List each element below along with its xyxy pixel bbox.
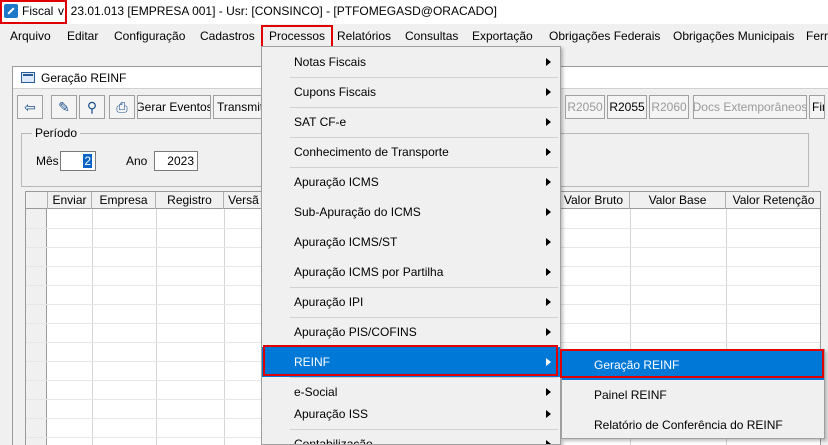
- app-name: Fiscal: [22, 4, 54, 18]
- finalizar-button[interactable]: Fina: [809, 95, 825, 119]
- menu-processos[interactable]: Processos: [269, 29, 325, 43]
- r2060-button[interactable]: R2060: [649, 95, 689, 119]
- menu-editar[interactable]: Editar: [67, 29, 98, 43]
- menu-item-apuracao-icms-st[interactable]: Apuração ICMS/ST: [262, 227, 560, 257]
- menu-item-label: Relatório de Conferência do REINF: [594, 418, 783, 432]
- print-button[interactable]: ⎙: [109, 95, 135, 119]
- title-bar: Fiscal v: 23.01.013 [EMPRESA 001] - Usr:…: [0, 0, 828, 24]
- menu-arquivo[interactable]: Arquivo: [10, 29, 51, 43]
- reinf-submenu: Geração REINF Painel REINF Relatório de …: [561, 349, 825, 439]
- col-empresa[interactable]: Empresa: [92, 192, 156, 209]
- gerar-eventos-button[interactable]: Gerar Eventos: [137, 95, 211, 119]
- app-pencil-icon: [4, 4, 18, 18]
- row-indicator-column: [26, 209, 47, 445]
- menu-item-label: Apuração IPI: [294, 295, 364, 309]
- ano-input[interactable]: 2023: [154, 151, 198, 171]
- title-text: v: 23.01.013 [EMPRESA 001] - Usr: [CONSI…: [58, 4, 497, 18]
- col-registro[interactable]: Registro: [156, 192, 224, 209]
- menu-item-label: Sub-Apuração do ICMS: [294, 205, 421, 219]
- col-enviar[interactable]: Enviar: [48, 192, 92, 209]
- menu-obrigacoes-federais[interactable]: Obrigações Federais: [549, 29, 660, 43]
- submenu-arrow-icon: [546, 298, 551, 306]
- menu-item-label: Notas Fiscais: [294, 55, 367, 69]
- grid-col-divider: [156, 209, 157, 445]
- submenu-arrow-icon: [546, 58, 551, 66]
- submenu-arrow-icon: [546, 440, 551, 444]
- search-button[interactable]: ⚲: [79, 95, 105, 119]
- menu-item-label: Apuração ICMS: [294, 175, 379, 189]
- mes-label: Mês: [36, 154, 59, 168]
- docs-extemporaneos-button[interactable]: Docs Extemporâneos: [693, 95, 807, 119]
- menu-bar: Arquivo Editar Configuração Cadastros Pr…: [0, 25, 828, 47]
- grid-col-divider: [224, 209, 225, 445]
- menu-item-label: Apuração ISS: [294, 407, 369, 421]
- menu-item-label: Apuração ICMS por Partilha: [294, 265, 444, 279]
- exit-button[interactable]: ⇦: [17, 95, 43, 119]
- menu-item-apuracao-icms[interactable]: Apuração ICMS: [262, 167, 560, 197]
- menu-item-label: Conhecimento de Transporte: [294, 145, 449, 159]
- row-indicator-header: [26, 192, 48, 209]
- menu-cadastros[interactable]: Cadastros: [200, 29, 255, 43]
- menu-obrigacoes-municipais[interactable]: Obrigações Municipais: [673, 29, 794, 43]
- mes-input[interactable]: 2: [60, 151, 96, 171]
- menu-item-label: Geração REINF: [594, 358, 680, 372]
- submenu-arrow-icon: [546, 118, 551, 126]
- printer-icon: ⎙: [116, 98, 128, 115]
- menu-item-apuracao-iss[interactable]: Apuração ISS: [262, 399, 560, 429]
- menu-consultas[interactable]: Consultas: [405, 29, 458, 43]
- binoculars-icon: ⚲: [86, 98, 98, 115]
- menu-configuracao[interactable]: Configuração: [114, 29, 185, 43]
- menu-item-label: REINF: [294, 355, 330, 369]
- col-valor-base[interactable]: Valor Base: [630, 192, 726, 209]
- menu-item-label: Contabilização: [294, 437, 373, 445]
- menu-item-relatorio-conferencia-reinf[interactable]: Relatório de Conferência do REINF: [562, 410, 824, 440]
- submenu-arrow-icon: [546, 238, 551, 246]
- menu-item-label: Painel REINF: [594, 388, 667, 402]
- menu-item-label: e-Social: [294, 385, 338, 399]
- r2050-button[interactable]: R2050: [565, 95, 605, 119]
- menu-item-apuracao-icms-partilha[interactable]: Apuração ICMS por Partilha: [262, 257, 560, 287]
- menu-item-painel-reinf[interactable]: Painel REINF: [562, 380, 824, 410]
- menu-ferramentas[interactable]: Ferra: [806, 29, 828, 43]
- window-icon: [21, 72, 35, 83]
- submenu-arrow-icon: [546, 358, 551, 366]
- col-versao[interactable]: Versã: [224, 192, 264, 209]
- menu-item-sat-cfe[interactable]: SAT CF-e: [262, 107, 560, 137]
- periodo-legend: Período: [32, 126, 81, 140]
- menu-item-conhecimento-transporte[interactable]: Conhecimento de Transporte: [262, 137, 560, 167]
- submenu-arrow-icon: [546, 88, 551, 96]
- menu-item-apuracao-ipi[interactable]: Apuração IPI: [262, 287, 560, 317]
- menu-item-sub-apuracao-icms[interactable]: Sub-Apuração do ICMS: [262, 197, 560, 227]
- menu-item-label: SAT CF-e: [294, 115, 347, 129]
- submenu-arrow-icon: [546, 388, 551, 396]
- r2055-button[interactable]: R2055: [607, 95, 647, 119]
- menu-relatorios[interactable]: Relatórios: [337, 29, 391, 43]
- pencil-icon: ✎: [58, 98, 70, 115]
- menu-item-label: Apuração ICMS/ST: [294, 235, 398, 249]
- grid-col-divider: [92, 209, 93, 445]
- submenu-arrow-icon: [546, 208, 551, 216]
- menu-item-geracao-reinf[interactable]: Geração REINF: [562, 350, 824, 380]
- submenu-arrow-icon: [546, 178, 551, 186]
- window-title: Geração REINF: [41, 71, 127, 85]
- menu-item-cupons-fiscais[interactable]: Cupons Fiscais: [262, 77, 560, 107]
- submenu-arrow-icon: [546, 148, 551, 156]
- menu-item-notas-fiscais[interactable]: Notas Fiscais: [262, 47, 560, 77]
- menu-item-contabilizacao[interactable]: Contabilização: [262, 429, 560, 445]
- menu-item-label: Apuração PIS/COFINS: [294, 325, 417, 339]
- exit-door-icon: ⇦: [24, 98, 36, 115]
- menu-item-reinf[interactable]: REINF: [262, 347, 560, 377]
- ano-label: Ano: [126, 154, 148, 168]
- menu-item-label: Cupons Fiscais: [294, 85, 377, 99]
- edit-button[interactable]: ✎: [51, 95, 77, 119]
- processos-dropdown: Notas Fiscais Cupons Fiscais SAT CF-e Co…: [261, 46, 561, 445]
- col-valor-retencao[interactable]: Valor Retenção: [726, 192, 820, 209]
- mes-value: 2: [83, 154, 92, 168]
- menu-item-apuracao-pis-cofins[interactable]: Apuração PIS/COFINS: [262, 317, 560, 347]
- submenu-arrow-icon: [546, 268, 551, 276]
- menu-exportacao[interactable]: Exportação: [472, 29, 533, 43]
- submenu-arrow-icon: [546, 410, 551, 418]
- submenu-arrow-icon: [546, 328, 551, 336]
